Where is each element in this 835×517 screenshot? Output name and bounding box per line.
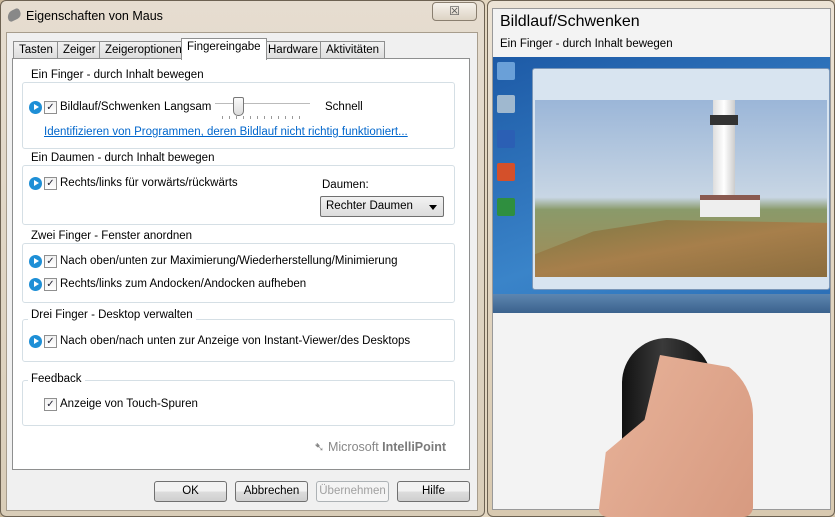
speed-slider-thumb[interactable]: [233, 97, 244, 116]
group-legend: Feedback: [28, 373, 85, 385]
taskbar-image: [493, 294, 830, 313]
play-demo-icon[interactable]: [29, 335, 42, 348]
slider-ticks: [222, 116, 306, 119]
snap-option-label: Rechts/links zum Andocken/Andocken aufhe…: [60, 278, 307, 290]
close-button[interactable]: ☒: [432, 2, 477, 21]
preview-subtitle: Ein Finger - durch Inhalt bewegen: [500, 38, 673, 50]
speed-slider-track[interactable]: [215, 103, 310, 105]
tab-tasten[interactable]: Tasten: [13, 41, 59, 59]
slider-min-label: Langsam: [164, 101, 212, 113]
thumb-select-label: Daumen:: [322, 179, 369, 191]
ok-button[interactable]: OK: [154, 481, 227, 502]
powerpoint-icon: [497, 163, 515, 181]
apply-button[interactable]: Übernehmen: [316, 481, 389, 502]
group-legend: Drei Finger - Desktop verwalten: [28, 309, 196, 321]
identify-programs-link[interactable]: Identifizieren von Programmen, deren Bil…: [44, 126, 408, 138]
computer-icon: [497, 62, 515, 80]
preview-title: Bildlauf/Schwenken: [500, 13, 640, 30]
help-button[interactable]: Hilfe: [397, 481, 470, 502]
touch-traces-label: Anzeige von Touch-Spuren: [60, 398, 198, 410]
excel-icon: [497, 198, 515, 216]
scroll-pan-label: Bildlauf/Schwenken: [60, 101, 161, 113]
logo-brand: Microsoft: [327, 440, 379, 454]
cancel-button[interactable]: Abbrechen: [235, 481, 308, 502]
checkbox-scroll-pan[interactable]: ✓: [44, 101, 57, 114]
intellipoint-logo: ➷ Microsoft IntelliPoint: [314, 439, 446, 454]
house-image: [700, 195, 760, 217]
window-title: Eigenschaften von Maus: [26, 9, 163, 23]
pointer-icon: ➷: [314, 440, 325, 454]
logo-product: IntelliPoint: [382, 440, 447, 454]
instant-viewer-label: Nach oben/nach unten zur Anzeige von Ins…: [60, 335, 411, 347]
thumb-option-label: Rechts/links für vorwärts/rückwärts: [60, 177, 238, 189]
checkbox-thumb[interactable]: ✓: [44, 177, 57, 190]
group-two-fingers: [22, 243, 455, 303]
chevron-down-icon: [429, 205, 437, 210]
play-demo-icon[interactable]: [29, 177, 42, 190]
checkbox-instant-viewer[interactable]: ✓: [44, 335, 57, 348]
checkbox-maximize[interactable]: ✓: [44, 255, 57, 268]
maximize-option-label: Nach oben/unten zur Maximierung/Wiederhe…: [60, 255, 398, 267]
tab-aktivitaeten[interactable]: Aktivitäten: [320, 41, 386, 59]
group-legend: Zwei Finger - Fenster anordnen: [28, 230, 196, 242]
thumb-select-value: Rechter Daumen: [326, 200, 413, 212]
tab-fingereingabe[interactable]: Fingereingabe: [181, 38, 267, 60]
checkbox-snap[interactable]: ✓: [44, 278, 57, 291]
checkbox-touch-traces[interactable]: ✓: [44, 398, 57, 411]
thumb-select[interactable]: Rechter Daumen: [320, 196, 444, 217]
tab-hardware[interactable]: Hardware: [262, 41, 324, 59]
play-demo-icon[interactable]: [29, 278, 42, 291]
play-demo-icon[interactable]: [29, 101, 42, 114]
slider-max-label: Schnell: [325, 101, 363, 113]
tab-zeigeroptionen[interactable]: Zeigeroptionen: [99, 41, 188, 59]
tab-zeiger[interactable]: Zeiger: [57, 41, 102, 59]
group-legend: Ein Daumen - durch Inhalt bewegen: [28, 152, 218, 164]
word-icon: [497, 130, 515, 148]
group-legend: Ein Finger - durch Inhalt bewegen: [28, 69, 207, 81]
recycle-bin-icon: [497, 95, 515, 113]
play-demo-icon[interactable]: [29, 255, 42, 268]
